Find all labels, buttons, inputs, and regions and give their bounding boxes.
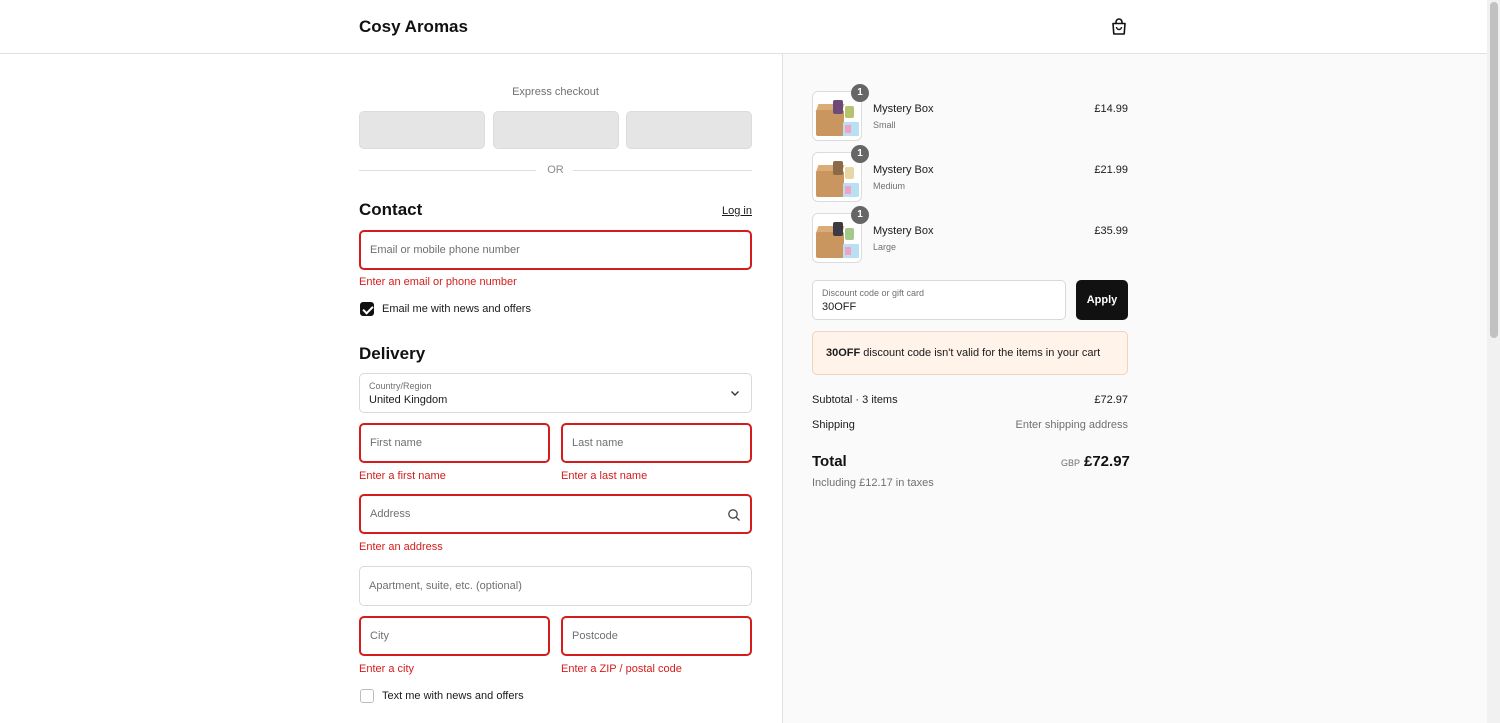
delivery-heading: Delivery — [359, 344, 426, 363]
email-error: Enter an email or phone number — [359, 276, 517, 288]
item-variant: Small — [873, 120, 896, 130]
notice-code: 30OFF — [826, 347, 861, 359]
city-field[interactable] — [359, 616, 550, 656]
quantity-badge: 1 — [851, 145, 869, 163]
express-checkout-label: Express checkout — [512, 86, 599, 98]
apartment-field[interactable] — [359, 566, 752, 606]
city-input[interactable] — [361, 618, 548, 654]
postcode-error: Enter a ZIP / postal code — [561, 663, 682, 675]
item-variant: Large — [873, 242, 897, 252]
email-field[interactable] — [359, 230, 752, 270]
first-name-input[interactable] — [361, 425, 548, 461]
discount-label: Discount code or gift card — [822, 288, 925, 298]
total-label: Total — [812, 453, 847, 470]
newsletter-label: Email me with news and offers — [382, 303, 531, 315]
tax-note: Including £12.17 in taxes — [812, 477, 934, 489]
last-name-field[interactable] — [561, 423, 752, 463]
last-name-error: Enter a last name — [561, 470, 648, 482]
login-link[interactable]: Log in — [722, 205, 752, 217]
first-name-field[interactable] — [359, 423, 550, 463]
address-error: Enter an address — [359, 541, 443, 553]
discount-input-value[interactable]: 30OFF — [822, 301, 856, 313]
scrollbar-thumb[interactable] — [1490, 2, 1498, 338]
quantity-badge: 1 — [851, 206, 869, 224]
discount-code-field[interactable]: Discount code or gift card 30OFF — [812, 280, 1066, 320]
apply-discount-button[interactable]: Apply — [1076, 280, 1128, 320]
line-item: 1 Mystery Box Small £14.99 — [812, 84, 1128, 141]
newsletter-checkbox[interactable] — [360, 302, 374, 316]
first-name-error: Enter a first name — [359, 470, 446, 482]
page-scrollbar[interactable] — [1487, 0, 1500, 723]
item-name: Mystery Box — [873, 225, 934, 237]
quantity-badge: 1 — [851, 84, 869, 102]
apartment-input[interactable] — [360, 567, 751, 605]
country-label: Country/Region — [369, 381, 432, 391]
address-field[interactable] — [359, 494, 752, 534]
discount-error-notice: 30OFF discount code isn't valid for the … — [812, 331, 1128, 375]
item-name: Mystery Box — [873, 164, 934, 176]
item-variant: Medium — [873, 181, 906, 191]
search-icon[interactable] — [727, 508, 741, 522]
country-value: United Kingdom — [369, 394, 448, 406]
express-pay-button-2[interactable] — [493, 111, 619, 149]
or-divider: OR — [359, 163, 752, 177]
address-input[interactable] — [361, 496, 750, 532]
express-pay-button-3[interactable] — [626, 111, 752, 149]
last-name-input[interactable] — [563, 425, 750, 461]
item-price: £21.99 — [1094, 164, 1128, 176]
city-error: Enter a city — [359, 663, 415, 675]
total-currency: GBP — [1061, 458, 1081, 468]
sms-label: Text me with news and offers — [382, 690, 524, 702]
product-thumbnail: 1 — [812, 206, 869, 263]
line-item: 1 Mystery Box Medium £21.99 — [812, 145, 1128, 202]
line-item: 1 Mystery Box Large £35.99 — [812, 206, 1128, 263]
item-name: Mystery Box — [873, 103, 934, 115]
subtotal-value: £72.97 — [1094, 394, 1128, 406]
contact-heading: Contact — [359, 200, 423, 219]
country-select[interactable]: Country/Region United Kingdom — [359, 373, 752, 413]
divider-line-right — [573, 170, 752, 171]
notice-text: discount code isn't valid for the items … — [860, 347, 1101, 359]
total-value: £72.97 — [1084, 453, 1130, 470]
product-thumbnail: 1 — [812, 84, 869, 141]
express-pay-button-1[interactable] — [359, 111, 485, 149]
item-price: £14.99 — [1094, 103, 1128, 115]
site-header: Cosy Aromas — [0, 0, 1487, 54]
chevron-down-icon — [731, 391, 739, 396]
item-price: £35.99 — [1094, 225, 1128, 237]
shipping-value: Enter shipping address — [1015, 419, 1128, 431]
brand-logo[interactable]: Cosy Aromas — [359, 17, 468, 37]
shipping-label: Shipping — [812, 419, 855, 431]
postcode-field[interactable] — [561, 616, 752, 656]
product-thumbnail: 1 — [812, 145, 869, 202]
shopping-bag-icon[interactable] — [1109, 17, 1129, 37]
subtotal-label: Subtotal · 3 items — [812, 394, 898, 406]
postcode-input[interactable] — [563, 618, 750, 654]
email-input[interactable] — [361, 232, 750, 268]
sms-checkbox[interactable] — [360, 689, 374, 703]
